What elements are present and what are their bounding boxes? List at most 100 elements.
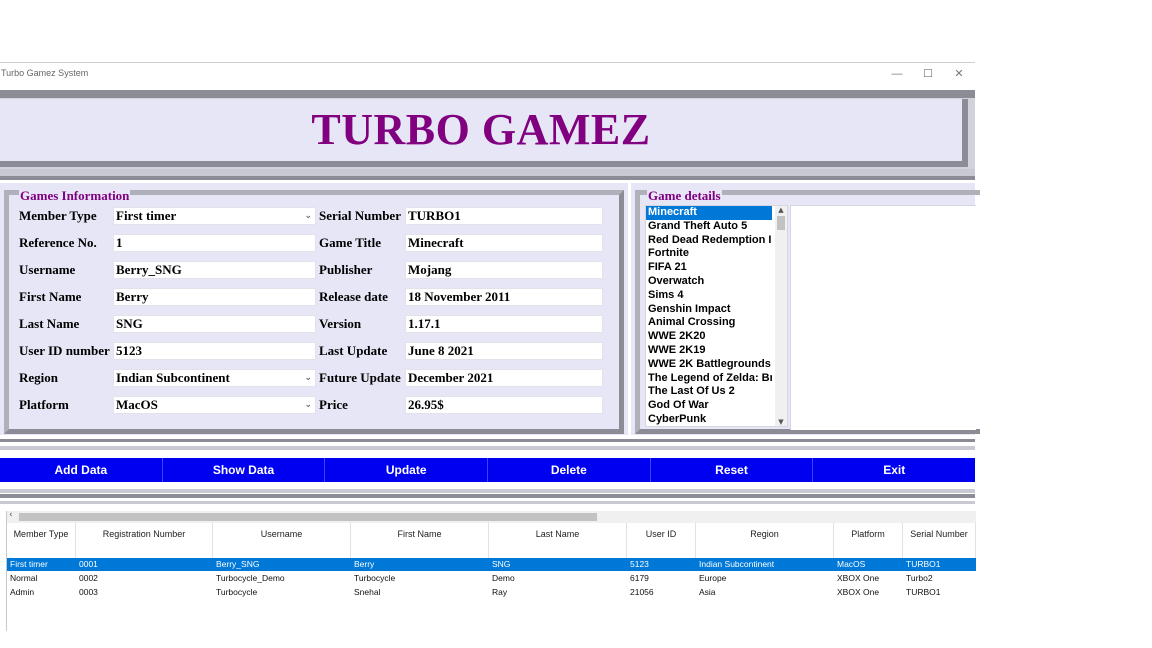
table-row[interactable]: Admin 0003 Turbocycle Snehal Ray 21056 Asia XBO…: [7, 586, 976, 599]
game-list-item[interactable]: FIFA 21: [646, 261, 772, 275]
column-header[interactable]: Member Type: [7, 523, 76, 561]
game-list-item[interactable]: Genshin Impact: [646, 303, 772, 317]
input-version[interactable]: 1.17.1: [405, 315, 603, 333]
records-grid[interactable]: ‹ Member Type Registration Number Username…: [6, 510, 976, 631]
game-details-textbox[interactable]: [790, 205, 976, 430]
game-list-item[interactable]: The Legend of Zelda: Breath of the Wild: [646, 372, 772, 386]
grid-header: Member Type Registration Number Username Fi…: [7, 523, 976, 561]
column-header[interactable]: User ID: [627, 523, 696, 561]
field-label: Game Title: [319, 235, 381, 250]
exit-button[interactable]: Exit: [813, 458, 975, 482]
game-list-item[interactable]: God Of War: [646, 399, 772, 413]
input-last-update[interactable]: June 8 2021: [405, 342, 603, 360]
column-header[interactable]: First Name: [351, 523, 489, 561]
divider: [0, 446, 975, 450]
game-list-item[interactable]: CyberPunk: [646, 413, 772, 426]
scroll-down-icon[interactable]: ▼: [775, 418, 787, 426]
field-value: 1.17.1: [408, 316, 441, 331]
input-last-name[interactable]: SNG: [113, 315, 316, 333]
window-title: Turbo Gamez System: [1, 68, 89, 78]
game-list-item[interactable]: Grand Theft Auto 5: [646, 220, 772, 234]
game-details-legend: Game details: [647, 188, 722, 203]
input-release-date[interactable]: 18 November 2011: [405, 288, 603, 306]
minimize-button[interactable]: —: [884, 66, 910, 82]
field-value: 26.95$: [408, 397, 444, 412]
input-future-update[interactable]: December 2021: [405, 369, 603, 387]
show-data-button[interactable]: Show Data: [163, 458, 326, 482]
table-cell: Demo: [492, 573, 515, 583]
dropdown-platform[interactable]: MacOS ⌄: [113, 396, 316, 414]
column-header[interactable]: Platform: [834, 523, 903, 561]
chevron-down-icon[interactable]: ⌄: [304, 208, 312, 224]
input-username[interactable]: Berry_SNG: [113, 261, 316, 279]
game-list-item[interactable]: Fortnite: [646, 247, 772, 261]
column-header[interactable]: Username: [213, 523, 351, 561]
input-game-title[interactable]: Minecraft: [405, 234, 603, 252]
input-first-name[interactable]: Berry: [113, 288, 316, 306]
grid-horizontal-scrollbar[interactable]: ‹: [7, 510, 976, 523]
field-label: Publisher: [319, 262, 373, 277]
title-bar: Turbo Gamez System — ☐ ✕: [0, 63, 975, 85]
add-data-button[interactable]: Add Data: [0, 458, 163, 482]
divider: [0, 176, 975, 180]
field-value: Berry: [116, 289, 149, 304]
game-list-item[interactable]: WWE 2K20: [646, 330, 772, 344]
divider: [0, 439, 975, 442]
game-list-item[interactable]: WWE 2K19: [646, 344, 772, 358]
game-list-item[interactable]: Red Dead Redemption II: [646, 234, 772, 248]
input-serial-number[interactable]: TURBO1: [405, 207, 603, 225]
field-label: Future Update: [319, 370, 401, 385]
game-list-item[interactable]: Overwatch: [646, 275, 772, 289]
table-cell: Turbo2: [906, 573, 933, 583]
chevron-down-icon[interactable]: ⌄: [304, 370, 312, 386]
game-list-item[interactable]: The Last Of Us 2: [646, 385, 772, 399]
field-value: Mojang: [408, 262, 452, 277]
table-cell: Turbocycle: [216, 587, 258, 597]
field-value: June 8 2021: [408, 343, 474, 358]
delete-button[interactable]: Delete: [488, 458, 651, 482]
update-button[interactable]: Update: [325, 458, 489, 482]
column-header[interactable]: Serial Number: [903, 523, 976, 561]
field-value: Minecraft: [408, 235, 464, 250]
reset-button[interactable]: Reset: [651, 458, 814, 482]
scroll-left-icon[interactable]: ‹: [9, 510, 13, 520]
divider: [0, 494, 975, 498]
game-list-item[interactable]: Animal Crossing: [646, 316, 772, 330]
chevron-down-icon[interactable]: ⌄: [304, 397, 312, 413]
input-user-id-number[interactable]: 5123: [113, 342, 316, 360]
grid-scroll-thumb[interactable]: [19, 513, 597, 521]
game-list-item[interactable]: WWE 2K Battlegrounds: [646, 358, 772, 372]
table-cell: SNG: [492, 559, 511, 569]
app-heading: TURBO GAMEZ: [311, 105, 651, 154]
games-listbox[interactable]: Minecraft Grand Theft Auto 5 Red Dead Rede…: [645, 205, 788, 427]
maximize-button[interactable]: ☐: [915, 66, 941, 82]
table-cell: XBOX One: [837, 573, 880, 583]
listbox-scrollbar[interactable]: ▲ ▼: [775, 206, 787, 426]
input-price[interactable]: 26.95$: [405, 396, 603, 414]
dropdown-region[interactable]: Indian Subcontinent ⌄: [113, 369, 316, 387]
close-button[interactable]: ✕: [946, 66, 972, 82]
scroll-up-icon[interactable]: ▲: [775, 206, 787, 214]
table-cell: 0001: [79, 559, 98, 569]
field-value: 5123: [116, 343, 142, 358]
dropdown-member-type[interactable]: First timer ⌄: [113, 207, 316, 225]
table-row[interactable]: Normal 0002 Turbocycle_Demo Turbocycle Demo 6…: [7, 572, 976, 585]
table-cell: 0002: [79, 573, 98, 583]
table-cell: Ray: [492, 587, 508, 597]
input-publisher[interactable]: Mojang: [405, 261, 603, 279]
input-reference-no[interactable]: 1: [113, 234, 316, 252]
column-header[interactable]: Registration Number: [76, 523, 213, 561]
field-label: First Name: [19, 289, 82, 304]
field-label: Last Update: [319, 343, 388, 358]
table-cell: Turbocycle_Demo: [216, 573, 285, 583]
field-label: Last Name: [19, 316, 80, 331]
table-row[interactable]: First timer 0001 Berry_SNG Berry SNG 5123 Indi…: [7, 558, 976, 571]
field-value: Indian Subcontinent: [116, 370, 230, 385]
app-window: Turbo Gamez System — ☐ ✕ TURBO GAMEZ Gam…: [0, 62, 980, 633]
game-list-item[interactable]: Sims 4: [646, 289, 772, 303]
column-header[interactable]: Region: [696, 523, 834, 561]
column-header[interactable]: Last Name: [489, 523, 627, 561]
scroll-thumb[interactable]: [777, 216, 785, 230]
table-cell: 21056: [630, 587, 654, 597]
game-list-item[interactable]: Minecraft: [646, 206, 772, 220]
